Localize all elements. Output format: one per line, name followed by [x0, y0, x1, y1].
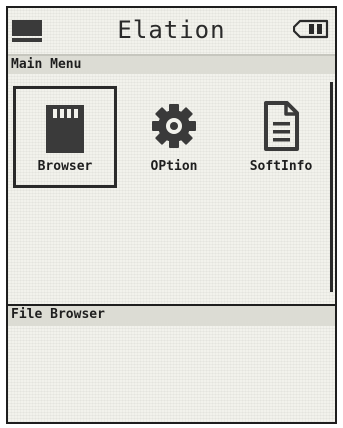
menu-item-label: SoftInfo [249, 159, 313, 174]
main-menu-grid: Browser OPtion SoftInfo [8, 80, 335, 210]
menu-item-option[interactable]: OPtion [122, 86, 226, 188]
menu-item-browser[interactable]: Browser [13, 86, 117, 188]
description-header: File Browser [8, 304, 335, 326]
menu-item-softinfo[interactable]: SoftInfo [229, 86, 333, 188]
scrollbar[interactable] [330, 82, 333, 292]
app-title: Elation [117, 16, 226, 44]
sd-card-icon [42, 103, 88, 155]
menu-item-label: OPtion [150, 159, 198, 174]
document-icon [258, 100, 304, 152]
device-screen: Elation Main Menu Browser OPtion SoftInf… [6, 6, 337, 424]
title-bar: Elation [8, 8, 335, 54]
gear-icon [151, 100, 197, 152]
menu-item-label: Browser [37, 159, 93, 174]
battery-icon [292, 19, 329, 39]
main-menu-header: Main Menu [8, 54, 335, 74]
